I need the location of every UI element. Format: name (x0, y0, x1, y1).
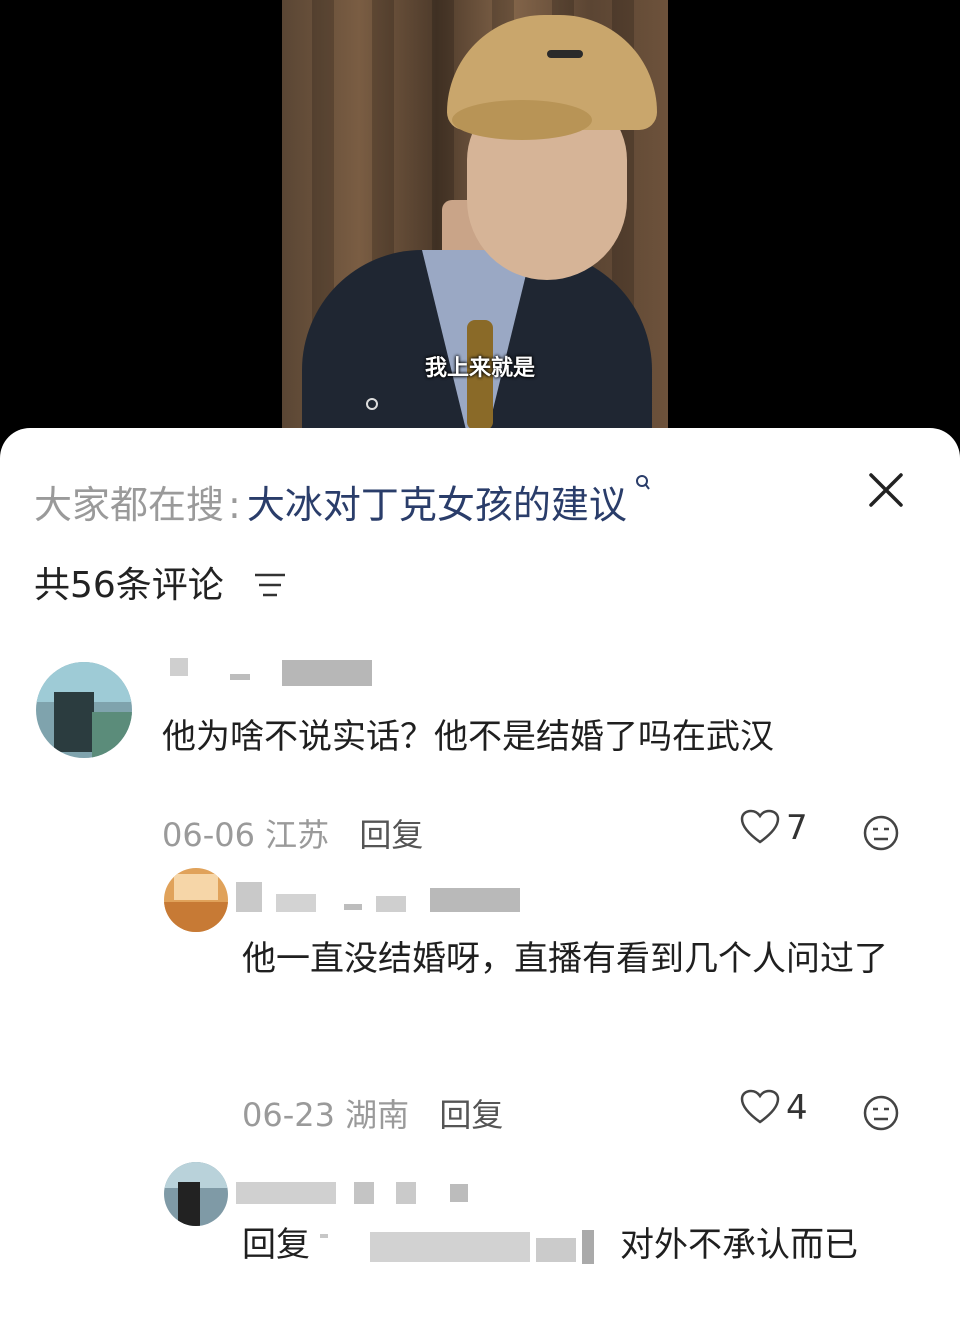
comment-date: 06-06 (162, 816, 255, 854)
comment-text: 他为啥不说实话？他不是结婚了吗在武汉 (162, 717, 774, 757)
comment-meta: 06-23 湖南 回复 (242, 1090, 503, 1136)
comment-date: 06-23 (242, 1096, 335, 1134)
avatar[interactable] (164, 868, 228, 932)
comment-location: 湖南 (345, 1096, 410, 1134)
mentioned-user-blurred[interactable] (320, 1229, 610, 1264)
trending-search-prefix: 大家都在搜 (34, 483, 225, 527)
video-player[interactable]: 我上来就是 (0, 0, 960, 440)
username-blurred[interactable] (170, 654, 380, 690)
comment-text: 回复 对外不承认而已 (242, 1214, 906, 1276)
reply-button[interactable]: 回复 (359, 816, 423, 854)
like-count: 4 (786, 1088, 808, 1128)
trending-search-separator: : (228, 483, 241, 527)
trending-search[interactable]: 大家都在搜: 大冰对丁克女孩的建议 (34, 474, 651, 529)
like-count: 7 (786, 808, 808, 848)
username-blurred[interactable] (236, 1174, 476, 1210)
comment-meta: 06-06 江苏 回复 (162, 810, 423, 856)
dislike-face-icon[interactable] (862, 814, 900, 856)
trending-search-term[interactable]: 大冰对丁克女孩的建议 (247, 483, 627, 527)
comment-text: 他一直没结婚呀，直播有看到几个人问过了 (242, 939, 888, 979)
reply-prefix: 回复 (242, 1225, 310, 1265)
filter-icon[interactable] (253, 567, 287, 608)
close-icon[interactable] (868, 472, 904, 508)
like-button[interactable]: 7 (740, 808, 808, 848)
comment-location: 江苏 (265, 816, 330, 854)
heart-icon (740, 808, 786, 848)
search-icon (629, 475, 651, 497)
avatar[interactable] (164, 1162, 228, 1226)
reply-button[interactable]: 回复 (439, 1096, 503, 1134)
dislike-face-icon[interactable] (862, 1094, 900, 1136)
comment-count: 共56条评论 (34, 556, 287, 608)
username-blurred[interactable] (236, 882, 526, 918)
comment-count-label: 共56条评论 (34, 565, 224, 606)
video-subtitle: 我上来就是 (424, 356, 535, 381)
comments-panel: 大家都在搜: 大冰对丁克女孩的建议 共56条评论 他为啥不说实话？他不是结婚了吗在… (0, 428, 960, 1344)
avatar[interactable] (36, 662, 132, 758)
heart-icon (740, 1088, 786, 1128)
reply-text: 对外不承认而已 (620, 1225, 858, 1265)
like-button[interactable]: 4 (740, 1088, 808, 1128)
